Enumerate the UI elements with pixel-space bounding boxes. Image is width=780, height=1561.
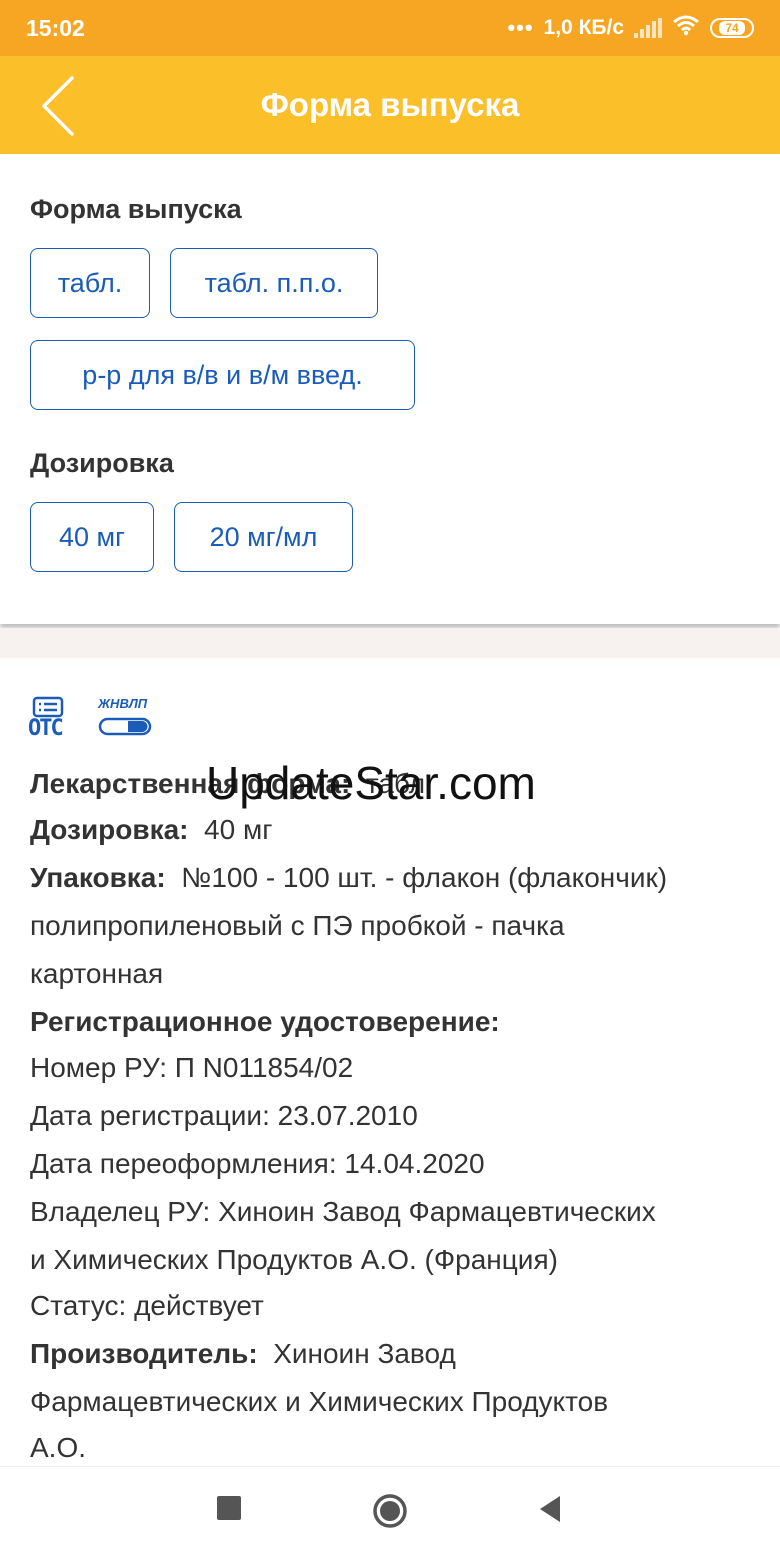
form-option-tabl[interactable]: табл. [30,248,150,318]
app-bar: Форма выпуска [0,56,780,154]
status-line: Статус: действует [30,1290,264,1321]
otc-icon: OTC [28,696,70,741]
system-nav-bar [0,1466,780,1561]
dosage-line: Дозировка: 40 мг [30,806,755,854]
battery-icon: 74 [710,18,754,38]
network-speed: 1,0 КБ/с [543,16,624,39]
filter-panel: Форма выпуска табл. табл. п.п.о. р-р для… [0,154,780,624]
owner-line-1: Владелец РУ: Хиноин Завод Фармацевтическ… [30,1196,656,1227]
dots-icon: ••• [507,15,534,40]
zhnvlp-label: ЖНВЛП [98,696,148,711]
package-value: №100 - 100 шт. - флакон (флакончик) [181,862,668,893]
form-option-solution[interactable]: р-р для в/в и в/м введ. [30,340,415,410]
dosage-label: Дозировка: [30,814,189,845]
dosage-section-label: Дозировка [30,448,174,478]
reg-label: Регистрационное удостоверение: [30,1006,500,1037]
reg-date: Дата регистрации: 23.07.2010 [30,1100,418,1131]
section-divider [0,628,780,658]
status-bar: 15:02 ••• 1,0 КБ/с 74 [0,0,780,56]
form-section-label: Форма выпуска [30,194,242,224]
page-title: Форма выпуска [260,86,520,123]
manufacturer-line: Производитель: Хиноин Завод [30,1330,755,1378]
zhnvlp-icon: ЖНВЛП [98,696,154,740]
system-back-button[interactable] [538,1495,562,1528]
home-circle-icon [373,1494,407,1528]
reissue-date: Дата переоформления: 14.04.2020 [30,1148,485,1179]
manufacturer-line-3: А.О. [30,1432,87,1463]
otc-label: OTC [28,716,64,741]
status-time: 15:02 [26,14,85,41]
manufacturer-line-2: Фармацевтических и Химических Продуктов [30,1386,609,1417]
signal-icon [634,18,662,38]
status-icons: ••• 1,0 КБ/с 74 [507,14,754,42]
owner-line-2: и Химических Продуктов А.О. (Франция) [30,1244,558,1275]
recents-button[interactable] [216,1495,242,1526]
back-button[interactable] [36,74,86,138]
form-option-tabl-ppo[interactable]: табл. п.п.о. [170,248,378,318]
dosage-option-40mg[interactable]: 40 мг [30,502,154,572]
package-line-2: полипропиленовый с ПЭ пробкой - пачка [30,910,565,941]
form-value: табл. [365,768,433,799]
reg-number: Номер РУ: П N011854/02 [30,1052,354,1083]
drug-detail: OTC ЖНВЛП Лекарственная форма: табл. Upd… [0,658,780,1466]
package-line-3: картонная [30,958,164,989]
package-label: Упаковка: [30,862,166,893]
recents-square-icon [217,1496,241,1520]
badge-row: OTC ЖНВЛП [28,696,154,746]
dosage-option-20mgml[interactable]: 20 мг/мл [174,502,353,572]
home-button[interactable] [372,1493,408,1534]
reg-heading: Регистрационное удостоверение: [30,998,755,1046]
chevron-left-icon [42,76,74,136]
manufacturer-value: Хиноин Завод [273,1338,456,1369]
manufacturer-label: Производитель: [30,1338,258,1369]
back-triangle-icon [540,1496,560,1522]
form-line: Лекарственная форма: табл. [30,760,755,808]
form-label: Лекарственная форма: [30,768,351,799]
dosage-value: 40 мг [204,814,273,845]
package-line: Упаковка: №100 - 100 шт. - флакон (флако… [30,854,755,902]
wifi-icon [672,14,700,42]
battery-level: 74 [719,21,745,35]
